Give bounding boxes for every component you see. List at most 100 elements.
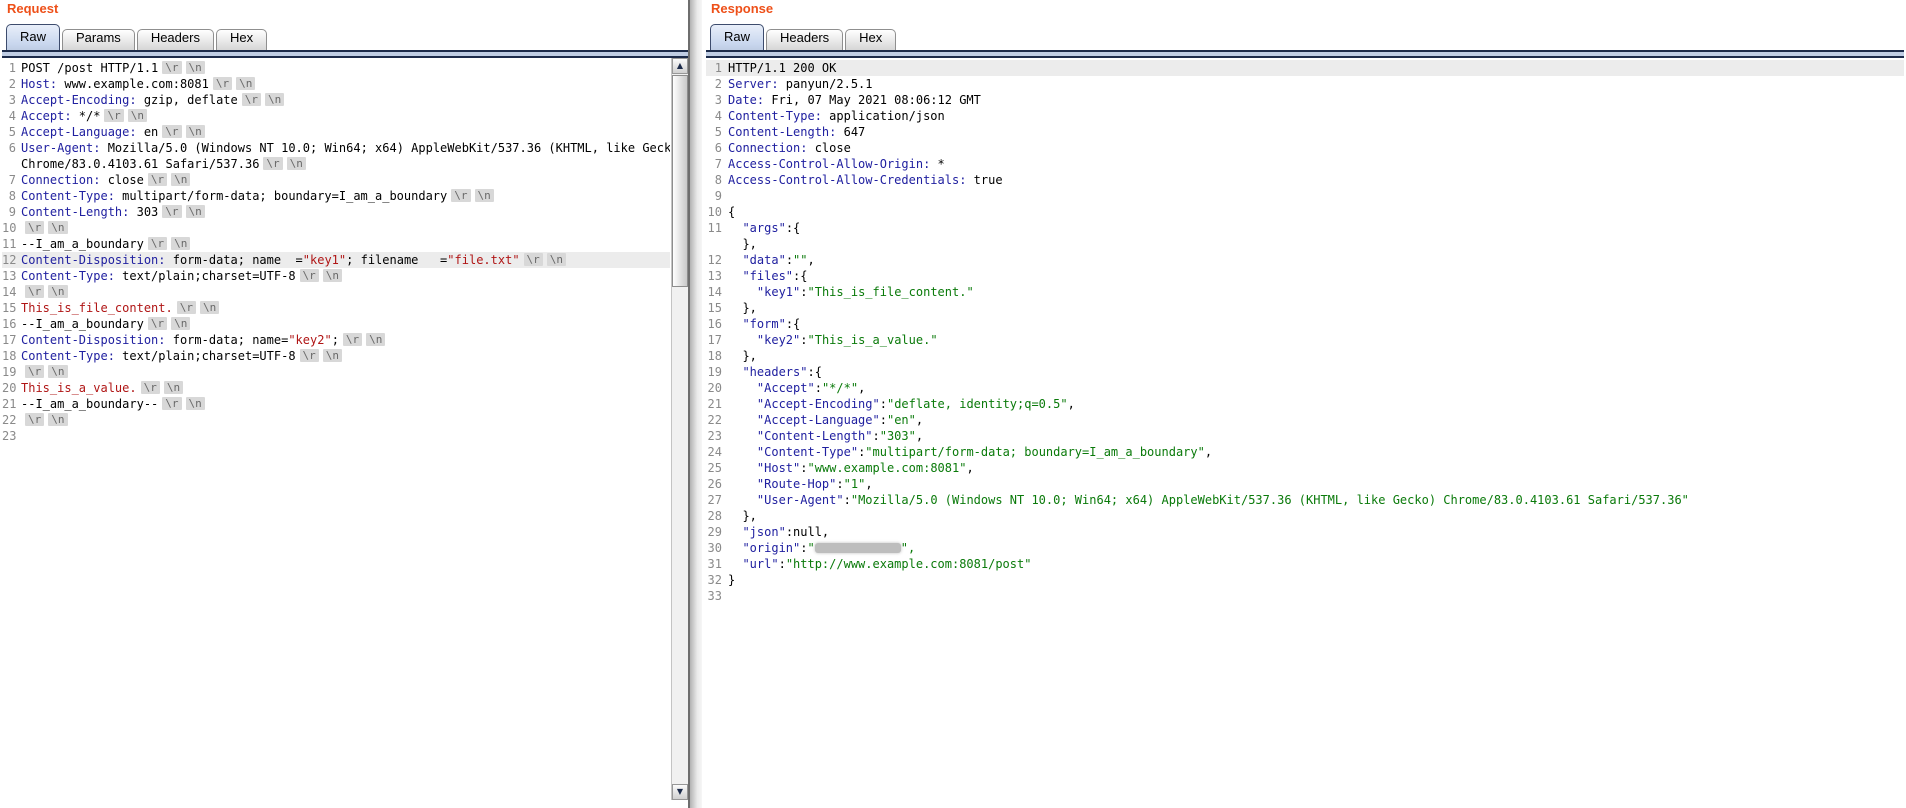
code-text: "key1" [303,253,346,267]
crlf-chip: \r [104,109,123,122]
panel-splitter[interactable] [688,0,702,808]
request-editor[interactable]: 1POST /post HTTP/1.1\r\n2Host: www.examp… [2,58,670,800]
code-text: Content-Type: [21,189,115,203]
code-text: : [844,493,851,507]
code-line: 2Host: www.example.com:8081\r\n [2,76,670,92]
http-message-viewer: Request RawParamsHeadersHex 1POST /post … [0,0,1906,808]
code-text: "multipart/form-data; boundary=I_am_a_bo… [865,445,1205,459]
code-line: 31 "url":"http://www.example.com:8081/po… [706,556,1904,572]
crlf-chip: \r [25,413,44,426]
line-number: 16 [706,316,722,332]
response-tab-headers[interactable]: Headers [766,29,843,50]
line-number: 7 [2,172,16,188]
code-text: Host: [21,77,57,91]
code-text [728,365,742,379]
code-text [728,413,757,427]
code-line: 30 "origin":"", [706,540,1904,556]
crlf-chip: \r [162,61,181,74]
line-number: 19 [2,364,16,380]
line-number: 20 [2,380,16,396]
response-tabs: RawHeadersHex [710,24,896,50]
code-line: 21--I_am_a_boundary--\r\n [2,396,670,412]
line-number: 25 [706,460,722,476]
request-title: Request [7,1,58,16]
response-tab-hex[interactable]: Hex [845,29,896,50]
request-tab-params[interactable]: Params [62,29,135,50]
code-text: --I_am_a_boundary-- [21,397,158,411]
line-number: 30 [706,540,722,556]
code-text: "en" [887,413,916,427]
code-text: "files" [742,269,793,283]
code-text: "Content-Length" [757,429,873,443]
line-number: 19 [706,364,722,380]
line-number: 16 [2,316,16,332]
scroll-thumb[interactable] [672,75,688,287]
crlf-chip: \r [141,381,160,394]
crlf-chip: \n [128,109,147,122]
crlf-chip: \n [48,365,67,378]
code-line: 27 "User-Agent":"Mozilla/5.0 (Windows NT… [706,492,1904,508]
request-tab-headers[interactable]: Headers [137,29,214,50]
line-number: 6 [706,140,722,156]
crlf-chip: \n [186,61,205,74]
code-text: Fri, 07 May 2021 08:06:12 GMT [764,93,981,107]
code-text: Accept-Encoding: [21,93,137,107]
code-text: , [1068,397,1075,411]
crlf-chip: \r [524,253,543,266]
crlf-chip: \n [323,349,342,362]
code-text: "key2" [288,333,331,347]
request-tab-raw[interactable]: Raw [6,24,60,50]
code-text: "This_is_file_content." [808,285,974,299]
code-line: 5Content-Length: 647 [706,124,1904,140]
code-text: "data" [742,253,785,267]
line-number: 14 [706,284,722,300]
code-text: :{ [793,269,807,283]
line-number: 5 [706,124,722,140]
line-number: 12 [2,252,16,268]
crlf-chip: \r [148,173,167,186]
crlf-chip: \n [236,77,255,90]
code-text: close [100,173,143,187]
code-text: Connection: [728,141,807,155]
crlf-chip: \n [287,157,306,170]
crlf-chip: \n [164,381,183,394]
code-line: 16 "form":{ [706,316,1904,332]
code-line: 23 [2,428,670,444]
code-text: "Mozilla/5.0 (Windows NT 10.0; Win64; x6… [851,493,1689,507]
code-text: Content-Type: [21,269,115,283]
code-text: "Accept" [757,381,815,395]
code-text: "User-Agent" [757,493,844,507]
crlf-chip: \n [186,205,205,218]
code-text: "This_is_a_value." [808,333,938,347]
code-text: multipart/form-data; boundary=I_am_a_bou… [115,189,447,203]
code-text [728,381,757,395]
crlf-chip: \r [25,365,44,378]
crlf-chip: \r [213,77,232,90]
code-text: POST /post HTTP/1.1 [21,61,158,75]
code-text [728,461,757,475]
code-text: "deflate, identity;q=0.5" [887,397,1068,411]
request-tab-hex[interactable]: Hex [216,29,267,50]
code-text: en [137,125,159,139]
scroll-down-icon[interactable]: ▼ [672,784,688,800]
scroll-up-icon[interactable]: ▲ [672,58,688,74]
line-number: 32 [706,572,722,588]
response-tab-raw[interactable]: Raw [710,24,764,50]
crlf-chip: \n [323,269,342,282]
crlf-chip: \r [300,269,319,282]
code-line: 32} [706,572,1904,588]
code-text: --I_am_a_boundary [21,237,144,251]
code-line: 4Content-Type: application/json [706,108,1904,124]
request-scrollbar[interactable]: ▲ ▼ [671,58,688,800]
line-number: 12 [706,252,722,268]
code-line: 24 "Content-Type":"multipart/form-data; … [706,444,1904,460]
line-number: 23 [2,428,16,444]
code-line: 33 [706,588,1904,604]
code-line: 14\r\n [2,284,670,300]
code-text: Content-Disposition: [21,333,166,347]
code-text: :{ [786,221,800,235]
code-text: text/plain;charset=UTF-8 [115,349,296,363]
response-editor[interactable]: 1HTTP/1.1 200 OK2Server: panyun/2.5.13Da… [706,58,1904,800]
crlf-chip: \n [171,317,190,330]
code-text: 647 [836,125,865,139]
